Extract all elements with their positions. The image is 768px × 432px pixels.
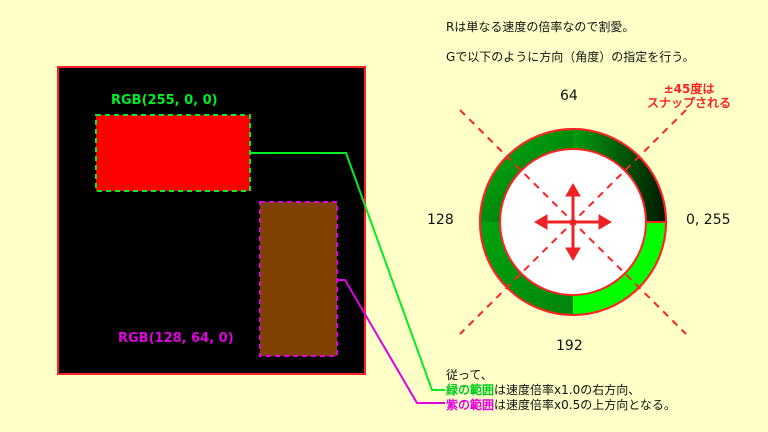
note-green-range: 緑の範囲は速度倍率x1.0の右方向、 [446,383,640,398]
red-region-label: RGB(255, 0, 0) [111,93,218,108]
ring-label-left: 128 [427,212,454,228]
snap-note: ±45度は スナップされる [647,82,732,110]
note-g-direction: Gで以下のように方向（角度）の指定を行う。 [446,50,695,64]
diagram-stage: Rは単なる速度の倍率なので割愛。 Gで以下のように方向（角度）の指定を行う。 R… [0,0,768,432]
ring-label-bottom: 192 [556,338,583,354]
purple-range-term: 紫の範囲 [446,398,495,412]
brown-region [259,201,338,357]
ring-label-top: 64 [560,88,578,104]
red-region [95,114,251,192]
brown-region-label: RGB(128, 64, 0) [118,331,234,346]
note-purple-range: 紫の範囲は速度倍率x0.5の上方向となる。 [446,398,676,413]
note-r-skip: Rは単なる速度の倍率なので割愛。 [446,20,635,34]
note-therefore: 従って、 [446,368,493,382]
green-range-desc: は速度倍率x1.0の右方向、 [494,383,641,397]
green-range-term: 緑の範囲 [446,383,495,397]
purple-range-desc: は速度倍率x0.5の上方向となる。 [494,398,676,412]
ring-label-right: 0, 255 [686,212,731,228]
